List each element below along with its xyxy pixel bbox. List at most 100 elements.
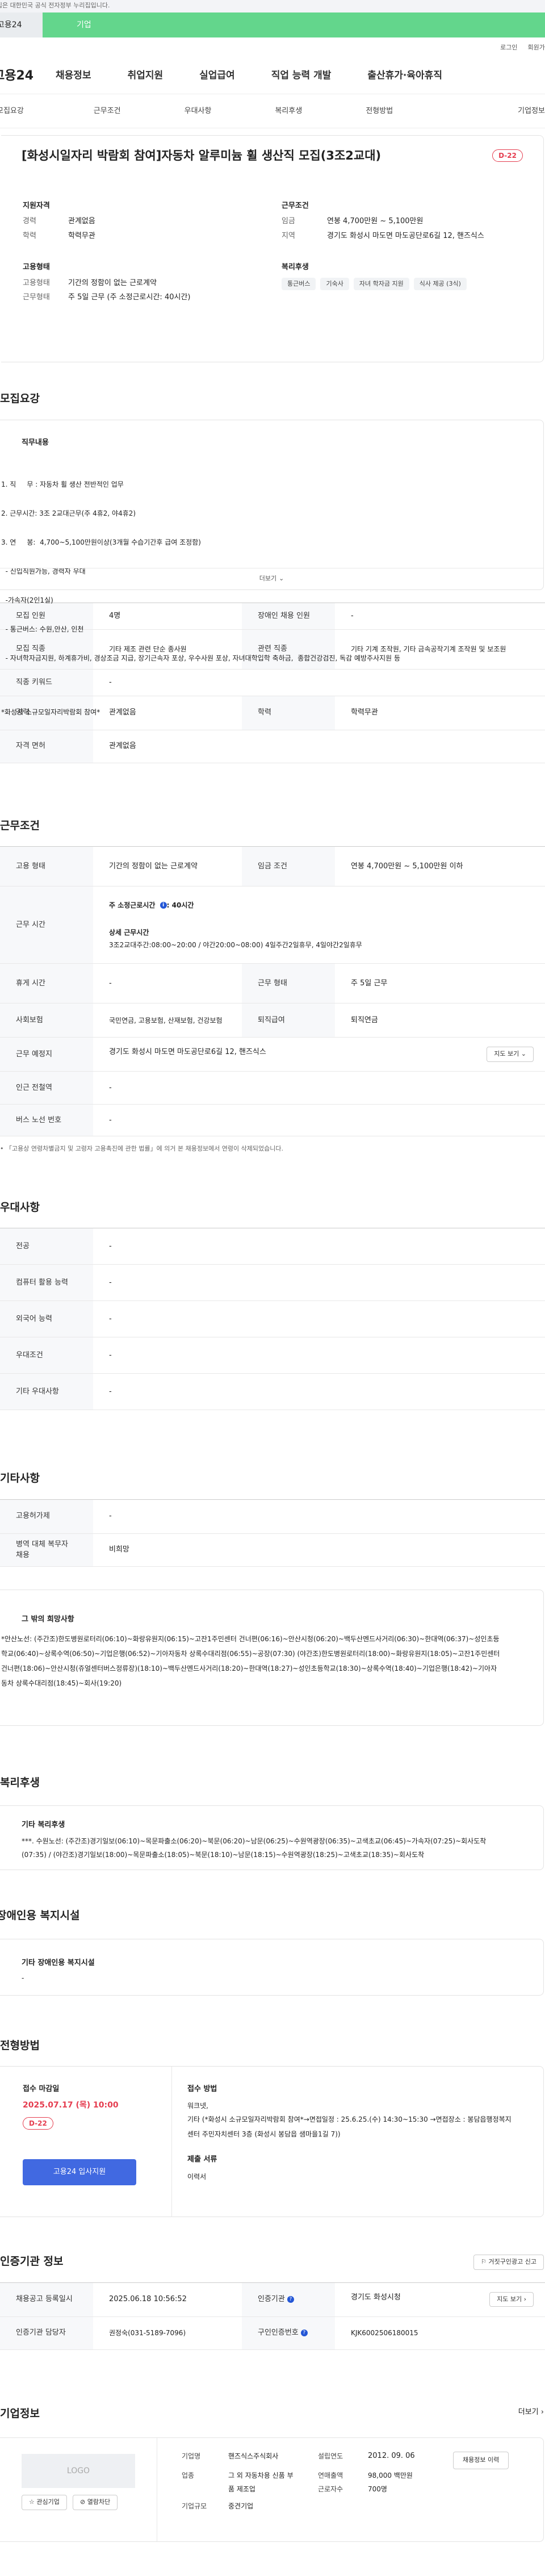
cell-value: KJK6002506180015 [335,2316,545,2350]
work-section: 근무조건 고용 형태 기간의 정함이 없는 근로계약 임금 조건 연봉 4,700만원… [0,818,545,1154]
company-keys-2: 설립연도 연매출액 근로자수 [318,2449,343,2496]
block-button[interactable]: ⊘ 열람차단 [73,2495,118,2510]
lnb-item-process[interactable]: 전형방법 [366,106,393,117]
deadline-label: 접수 마감일 [23,2085,60,2093]
chevron-right-icon: › [523,2295,526,2303]
company-key: 근로자수 [318,2485,343,2493]
cell-key: 병역 대체 복무자 채용 [0,1533,93,1567]
cell-value: - [93,1300,545,1337]
summary-value: 주 5일 근무 (주 소정근로시간: 40시간) [68,293,191,302]
agency-map-button[interactable]: 지도 보기 › [489,2291,534,2307]
weekly-value: 40시간 [171,901,194,909]
summary-key: 고용형태 [23,278,50,287]
summary-welfare: 복리후생 통근버스 기숙사 자녀 학자금 지원 식사 제공 (3식) [282,262,523,307]
cell-key: 인근 전철역 [0,1071,93,1105]
pref-table: 전공 - 컴퓨터 활용 능력 - 외국어 능력 - 우대조건 - 기타 우대사항 - [0,1228,545,1410]
info-icon[interactable]: ? [300,2329,308,2336]
company-key: 기업규모 [182,2502,207,2510]
lnb-item-work[interactable]: 근무조건 [94,106,121,117]
cell-key: 채용공고 등록일시 [0,2282,93,2317]
lnb-item-welfare[interactable]: 복리후생 [275,106,302,117]
desc-line [1,683,501,688]
cell-key: 고용 형태 [0,846,93,886]
cell-key: 외국어 능력 [0,1300,93,1337]
etc-table: 고용허가제 - 병역 대체 복무자 채용 비희망 [0,1499,545,1567]
detail-label: 상세 근무시간 [109,928,149,936]
gnb-item-leave[interactable]: 출산휴가·육아휴직 [367,69,442,83]
gnb-item-benefit[interactable]: 실업급여 [199,69,235,83]
section-title: 기업정보 [0,2407,40,2420]
gov-banner-text: 이 누리집은 대한민국 공식 전자정부 누리집입니다. [0,2,110,9]
gnb-item-jobs[interactable]: 채용정보 [56,69,91,83]
lnb-item-recruit[interactable]: 모집요강 [0,106,94,117]
desc-line: - 자녀학자금지원, 하계휴가비, 경상조금 지급, 장기근속자 포상, 우수사… [1,654,401,662]
gnb-item-training[interactable]: 직업 능력 개발 [271,69,332,83]
company-value: 핸즈식스주식회사 [228,2452,279,2460]
cell-key: 사회보험 [0,1003,93,1038]
process-box: 접수 마감일 2025.07.17 (목) 10:00 D-22 고용24 입사… [0,2066,544,2217]
hire-history-button[interactable]: 채용정보 이력 [453,2452,509,2469]
deadline-value: 2025.07.17 (목) 10:00 [23,2100,119,2110]
lnb-item-pref[interactable]: 우대사항 [185,106,212,117]
gov-banner: 이 누리집은 대한민국 공식 전자정부 누리집입니다. [0,0,545,12]
cell-value: 퇴직연금 [335,1003,545,1038]
page-bottom-spacer [0,2542,545,2576]
star-icon: ☆ [29,2498,35,2506]
divider [171,2067,172,2217]
summary-value: 학력무관 [68,231,95,240]
disabled-heading: 기타 장애인용 복지시설 [22,1958,95,1967]
cell-key: 우대조건 [0,1337,93,1374]
fav-button[interactable]: ☆ 관심기업 [22,2495,67,2510]
agency-key-cell: 인증기관? [242,2282,335,2317]
site-logo[interactable]: 고용24 [0,66,56,85]
job-title: [화성시일자리 박람회 참여]자동차 알루미늄 휠 생산직 모집(3조2교대) [22,149,382,162]
utility-nav: 로그인 회원가입 [0,37,545,58]
global-nav: 고용24 채용정보 취업지원 실업급여 직업 능력 개발 출산휴가·육아휴직 [0,58,545,94]
disabled-section: 장애인용 복지시설 기타 장애인용 복지시설 - [0,1908,545,1996]
company-value: 98,000 백만원 [368,2472,413,2479]
welfare-heading: 기타 복리후생 [22,1821,65,1829]
info-icon[interactable]: i [160,902,167,909]
deadline-block: 접수 마감일 2025.07.17 (목) 10:00 D-22 고용24 입사… [23,2084,136,2185]
company-section: 기업정보 더보기 › LOGO ☆ 관심기업 ⊘ 열람차단 기업명 업종 기업규… [0,2406,545,2542]
summary-employment: 고용형태 고용형태 기간의 정함이 없는 근로계약 근무형태 주 5일 근무 (주 … [23,262,282,307]
cell-key: 근무 시간 [0,886,93,964]
disabled-text: - [22,1974,24,1982]
company-values-1: 핸즈식스주식회사 그 외 자동차용 신품 부품 제조업 중견기업 [228,2449,296,2513]
block-icon: ⊘ [80,2498,86,2506]
map-button[interactable]: 지도 보기 ⌄ [487,1047,534,1062]
join-link[interactable]: 회원가입 [528,43,545,53]
table-row: 버스 노선 번호 - [0,1104,545,1136]
company-more-link[interactable]: 더보기 › [518,2407,544,2418]
process-section: 전형방법 접수 마감일 2025.07.17 (목) 10:00 D-22 고용… [0,2038,545,2217]
apply-button[interactable]: 고용24 입사지원 [23,2159,136,2185]
cell-value: - [93,1104,545,1136]
gnb-item-support[interactable]: 취업지원 [128,69,164,83]
section-title: 인증기관 정보 [0,2255,64,2268]
welfare-box: 기타 복리후생 ***. 수원노선: (주간조)경기일보(06:10)~목문파출… [0,1805,544,1870]
cell-value: - [93,1499,545,1534]
summary-heading: 지원자격 [23,201,50,210]
tab-company[interactable]: 기업 [43,12,545,37]
tab-goyong24[interactable]: 고용24 [0,12,43,37]
lnb-item-company[interactable]: 기업정보 [518,106,545,117]
more-button[interactable]: 더보기 ⌄ [0,567,543,589]
job-desc-box: 직무내용 1. 직 무 : 자동차 휠 생산 전반적인 업무 2. 근무시간: … [0,419,544,716]
info-icon[interactable]: ? [287,2295,294,2303]
method-line: 기타 (*화성시 소규모일자리박람회 참여*→면접일정 : 25.6.25.(수… [187,2115,512,2138]
report-button[interactable]: ⚐ 거짓구인광고 신고 [473,2255,544,2270]
cell-value: - [93,1228,545,1265]
table-row: 외국어 능력 - [0,1300,545,1337]
agency-section: 인증기관 정보 ⚐ 거짓구인광고 신고 채용공고 등록일시 2025.06.18 … [0,2253,545,2350]
etc-section: 기타사항 고용허가제 - 병역 대체 복무자 채용 비희망 그 밖의 희망사항 *안… [0,1470,545,1726]
summary-key: 지역 [282,231,295,240]
summary-key: 임금 [282,217,295,225]
login-link[interactable]: 로그인 [500,43,517,53]
summary-key: 경력 [23,217,36,225]
table-row: 우대조건 - [0,1337,545,1374]
cell-value: - [93,1337,545,1374]
welfare-badge: 통근버스 [282,277,316,290]
welfare-badge: 식사 제공 (3식) [413,277,467,290]
company-key: 업종 [182,2472,195,2479]
table-row: 인근 전철역 - [0,1071,545,1105]
